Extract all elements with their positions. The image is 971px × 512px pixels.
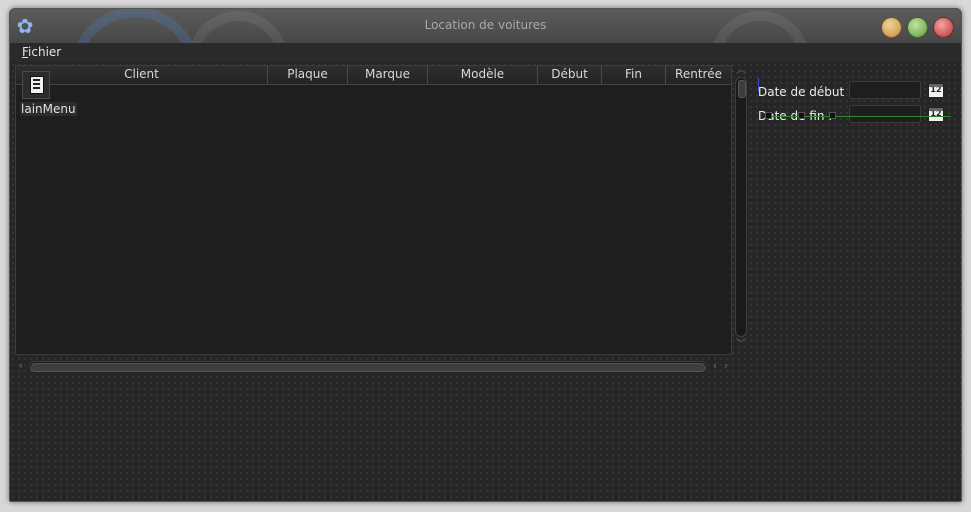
- main-menu-label: lainMenu: [20, 102, 77, 116]
- start-date-label: Date de début :: [758, 85, 853, 99]
- selection-indicator: [766, 116, 951, 117]
- document-menu-icon: [30, 76, 44, 94]
- minimize-button[interactable]: [881, 17, 902, 38]
- menu-bar: Fichier: [10, 43, 961, 62]
- column-header-fin[interactable]: Fin: [602, 66, 666, 84]
- title-bar[interactable]: ✿ Location de voitures: [10, 9, 961, 43]
- horizontal-scrollbar[interactable]: ‹ ‹ ›: [15, 359, 732, 373]
- end-date-input[interactable]: [849, 105, 921, 123]
- calendar-icon[interactable]: 12: [928, 83, 944, 98]
- start-date-input[interactable]: [849, 81, 921, 99]
- chevron-down-icon[interactable]: ﹀: [734, 339, 748, 351]
- column-header-marque[interactable]: Marque: [348, 66, 428, 84]
- main-window: ✿ Location de voitures Fichier Client Pl…: [9, 8, 962, 502]
- date-filter-panel: Date de début : 12 Date de fin : 12: [758, 72, 953, 123]
- rentals-table[interactable]: Client Plaque Marque Modèle Début Fin Re…: [15, 65, 732, 355]
- content-area: Client Plaque Marque Modèle Début Fin Re…: [10, 62, 961, 501]
- maximize-button[interactable]: [907, 17, 928, 38]
- window-title: Location de voitures: [424, 18, 547, 32]
- scroll-track[interactable]: [735, 77, 747, 337]
- chevron-left-icon[interactable]: ‹: [15, 359, 27, 373]
- chevron-up-icon[interactable]: ︿: [734, 65, 748, 77]
- main-menu-button[interactable]: [22, 71, 50, 99]
- resize-handle[interactable]: [765, 112, 772, 119]
- chevron-right-icon[interactable]: ›: [720, 359, 732, 373]
- calendar-icon[interactable]: 12: [928, 107, 944, 122]
- menu-item-fichier[interactable]: Fichier: [22, 45, 61, 59]
- column-header-client[interactable]: Client: [16, 66, 268, 84]
- column-header-modele[interactable]: Modèle: [428, 66, 538, 84]
- resize-handle[interactable]: [798, 112, 805, 119]
- column-header-plaque[interactable]: Plaque: [268, 66, 348, 84]
- close-button[interactable]: [933, 17, 954, 38]
- vertical-scrollbar[interactable]: ︿ ﹀: [734, 65, 748, 355]
- scroll-thumb[interactable]: [738, 80, 746, 98]
- menu-item-label: ichier: [28, 45, 62, 59]
- column-header-debut[interactable]: Début: [538, 66, 602, 84]
- scroll-thumb[interactable]: [31, 363, 705, 372]
- scroll-track[interactable]: [29, 361, 707, 372]
- resize-handle[interactable]: [829, 112, 836, 119]
- table-header: Client Plaque Marque Modèle Début Fin Re…: [16, 66, 731, 85]
- column-header-rentree[interactable]: Rentrée: [666, 66, 731, 84]
